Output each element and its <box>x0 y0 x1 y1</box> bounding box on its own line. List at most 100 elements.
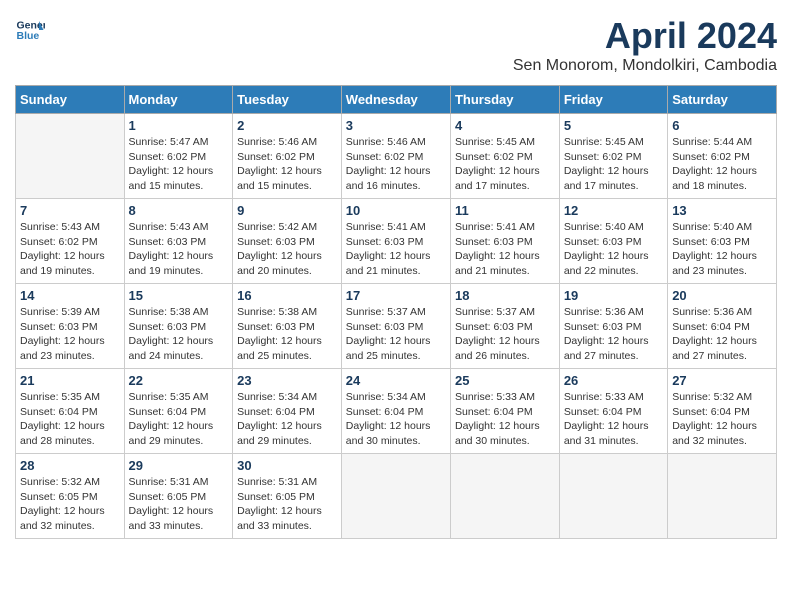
day-info: Sunrise: 5:41 AMSunset: 6:03 PMDaylight:… <box>455 220 555 279</box>
day-info: Sunrise: 5:35 AMSunset: 6:04 PMDaylight:… <box>20 390 120 449</box>
day-number: 18 <box>455 288 555 303</box>
day-info: Sunrise: 5:38 AMSunset: 6:03 PMDaylight:… <box>237 305 337 364</box>
day-info: Sunrise: 5:36 AMSunset: 6:04 PMDaylight:… <box>672 305 772 364</box>
calendar-day-cell: 13 Sunrise: 5:40 AMSunset: 6:03 PMDayligh… <box>668 199 777 284</box>
svg-text:Blue: Blue <box>17 30 40 42</box>
day-info: Sunrise: 5:47 AMSunset: 6:02 PMDaylight:… <box>129 135 229 194</box>
calendar-day-cell: 11 Sunrise: 5:41 AMSunset: 6:03 PMDayligh… <box>450 199 559 284</box>
day-info: Sunrise: 5:40 AMSunset: 6:03 PMDaylight:… <box>672 220 772 279</box>
calendar-day-cell: 17 Sunrise: 5:37 AMSunset: 6:03 PMDayligh… <box>341 284 450 369</box>
calendar-day-cell: 1 Sunrise: 5:47 AMSunset: 6:02 PMDaylight… <box>124 114 233 199</box>
day-of-week-header: Monday <box>124 86 233 114</box>
calendar-day-cell: 23Sunrise: 5:34 AMSunset: 6:04 PMDayligh… <box>233 369 342 454</box>
title-block: April 2024 Sen Monorom, Mondolkiri, Camb… <box>513 15 777 75</box>
day-number: 11 <box>455 203 555 218</box>
calendar-day-cell <box>450 454 559 539</box>
calendar-week-row: 28Sunrise: 5:32 AMSunset: 6:05 PMDayligh… <box>16 454 777 539</box>
day-info: Sunrise: 5:38 AMSunset: 6:03 PMDaylight:… <box>129 305 229 364</box>
day-info: Sunrise: 5:41 AMSunset: 6:03 PMDaylight:… <box>346 220 446 279</box>
day-number: 5 <box>564 118 663 133</box>
calendar-day-cell <box>341 454 450 539</box>
calendar-day-cell: 3Sunrise: 5:46 AMSunset: 6:02 PMDaylight… <box>341 114 450 199</box>
day-info: Sunrise: 5:32 AMSunset: 6:04 PMDaylight:… <box>672 390 772 449</box>
day-number: 28 <box>20 458 120 473</box>
day-info: Sunrise: 5:35 AMSunset: 6:04 PMDaylight:… <box>129 390 229 449</box>
day-number: 25 <box>455 373 555 388</box>
logo-icon: General Blue <box>15 15 45 45</box>
calendar-day-cell: 16 Sunrise: 5:38 AMSunset: 6:03 PMDayligh… <box>233 284 342 369</box>
day-of-week-header: Friday <box>559 86 667 114</box>
calendar-day-cell: 5 Sunrise: 5:45 AMSunset: 6:02 PMDaylight… <box>559 114 667 199</box>
calendar-day-cell: 30Sunrise: 5:31 AMSunset: 6:05 PMDayligh… <box>233 454 342 539</box>
day-info: Sunrise: 5:33 AMSunset: 6:04 PMDaylight:… <box>455 390 555 449</box>
day-info: Sunrise: 5:36 AMSunset: 6:03 PMDaylight:… <box>564 305 663 364</box>
month-title: April 2024 <box>513 15 777 57</box>
day-number: 8 <box>129 203 229 218</box>
day-info: Sunrise: 5:34 AMSunset: 6:04 PMDaylight:… <box>346 390 446 449</box>
day-info: Sunrise: 5:43 AMSunset: 6:02 PMDaylight:… <box>20 220 120 279</box>
day-info: Sunrise: 5:37 AMSunset: 6:03 PMDaylight:… <box>455 305 555 364</box>
calendar-day-cell: 19 Sunrise: 5:36 AMSunset: 6:03 PMDayligh… <box>559 284 667 369</box>
calendar-day-cell: 15 Sunrise: 5:38 AMSunset: 6:03 PMDayligh… <box>124 284 233 369</box>
day-number: 6 <box>672 118 772 133</box>
day-number: 15 <box>129 288 229 303</box>
calendar-day-cell: 26 Sunrise: 5:33 AMSunset: 6:04 PMDayligh… <box>559 369 667 454</box>
day-number: 2 <box>237 118 337 133</box>
day-number: 19 <box>564 288 663 303</box>
day-info: Sunrise: 5:42 AMSunset: 6:03 PMDaylight:… <box>237 220 337 279</box>
day-info: Sunrise: 5:40 AMSunset: 6:03 PMDaylight:… <box>564 220 663 279</box>
calendar-day-cell: 12 Sunrise: 5:40 AMSunset: 6:03 PMDayligh… <box>559 199 667 284</box>
calendar-table: SundayMondayTuesdayWednesdayThursdayFrid… <box>15 85 777 539</box>
calendar-day-cell: 18 Sunrise: 5:37 AMSunset: 6:03 PMDayligh… <box>450 284 559 369</box>
calendar-week-row: 1 Sunrise: 5:47 AMSunset: 6:02 PMDaylight… <box>16 114 777 199</box>
calendar-day-cell: 20 Sunrise: 5:36 AMSunset: 6:04 PMDayligh… <box>668 284 777 369</box>
calendar-day-cell: 27Sunrise: 5:32 AMSunset: 6:04 PMDayligh… <box>668 369 777 454</box>
logo: General Blue <box>15 15 45 45</box>
calendar-day-cell <box>559 454 667 539</box>
calendar-day-cell: 8Sunrise: 5:43 AMSunset: 6:03 PMDaylight… <box>124 199 233 284</box>
calendar-day-cell: 14 Sunrise: 5:39 AMSunset: 6:03 PMDayligh… <box>16 284 125 369</box>
day-number: 16 <box>237 288 337 303</box>
day-number: 12 <box>564 203 663 218</box>
day-number: 4 <box>455 118 555 133</box>
calendar-day-cell: 24 Sunrise: 5:34 AMSunset: 6:04 PMDayligh… <box>341 369 450 454</box>
day-of-week-header: Tuesday <box>233 86 342 114</box>
day-number: 14 <box>20 288 120 303</box>
location-subtitle: Sen Monorom, Mondolkiri, Cambodia <box>513 57 777 75</box>
day-number: 10 <box>346 203 446 218</box>
day-info: Sunrise: 5:39 AMSunset: 6:03 PMDaylight:… <box>20 305 120 364</box>
day-number: 3 <box>346 118 446 133</box>
calendar-day-cell: 6Sunrise: 5:44 AMSunset: 6:02 PMDaylight… <box>668 114 777 199</box>
day-info: Sunrise: 5:45 AMSunset: 6:02 PMDaylight:… <box>564 135 663 194</box>
calendar-day-cell <box>668 454 777 539</box>
day-of-week-header: Wednesday <box>341 86 450 114</box>
day-info: Sunrise: 5:45 AMSunset: 6:02 PMDaylight:… <box>455 135 555 194</box>
day-number: 29 <box>129 458 229 473</box>
calendar-header-row: SundayMondayTuesdayWednesdayThursdayFrid… <box>16 86 777 114</box>
calendar-week-row: 21Sunrise: 5:35 AMSunset: 6:04 PMDayligh… <box>16 369 777 454</box>
day-number: 1 <box>129 118 229 133</box>
calendar-week-row: 7Sunrise: 5:43 AMSunset: 6:02 PMDaylight… <box>16 199 777 284</box>
day-number: 30 <box>237 458 337 473</box>
calendar-day-cell: 22 Sunrise: 5:35 AMSunset: 6:04 PMDayligh… <box>124 369 233 454</box>
calendar-day-cell: 25 Sunrise: 5:33 AMSunset: 6:04 PMDayligh… <box>450 369 559 454</box>
day-number: 9 <box>237 203 337 218</box>
day-number: 20 <box>672 288 772 303</box>
calendar-day-cell: 21Sunrise: 5:35 AMSunset: 6:04 PMDayligh… <box>16 369 125 454</box>
day-number: 13 <box>672 203 772 218</box>
day-number: 26 <box>564 373 663 388</box>
calendar-day-cell: 4 Sunrise: 5:45 AMSunset: 6:02 PMDaylight… <box>450 114 559 199</box>
day-info: Sunrise: 5:34 AMSunset: 6:04 PMDaylight:… <box>237 390 337 449</box>
calendar-day-cell: 2Sunrise: 5:46 AMSunset: 6:02 PMDaylight… <box>233 114 342 199</box>
day-of-week-header: Saturday <box>668 86 777 114</box>
day-number: 17 <box>346 288 446 303</box>
calendar-week-row: 14 Sunrise: 5:39 AMSunset: 6:03 PMDayligh… <box>16 284 777 369</box>
day-number: 24 <box>346 373 446 388</box>
day-info: Sunrise: 5:37 AMSunset: 6:03 PMDaylight:… <box>346 305 446 364</box>
day-info: Sunrise: 5:33 AMSunset: 6:04 PMDaylight:… <box>564 390 663 449</box>
day-of-week-header: Sunday <box>16 86 125 114</box>
day-number: 22 <box>129 373 229 388</box>
calendar-day-cell: 29Sunrise: 5:31 AMSunset: 6:05 PMDayligh… <box>124 454 233 539</box>
calendar-day-cell: 7Sunrise: 5:43 AMSunset: 6:02 PMDaylight… <box>16 199 125 284</box>
calendar-day-cell: 10 Sunrise: 5:41 AMSunset: 6:03 PMDayligh… <box>341 199 450 284</box>
